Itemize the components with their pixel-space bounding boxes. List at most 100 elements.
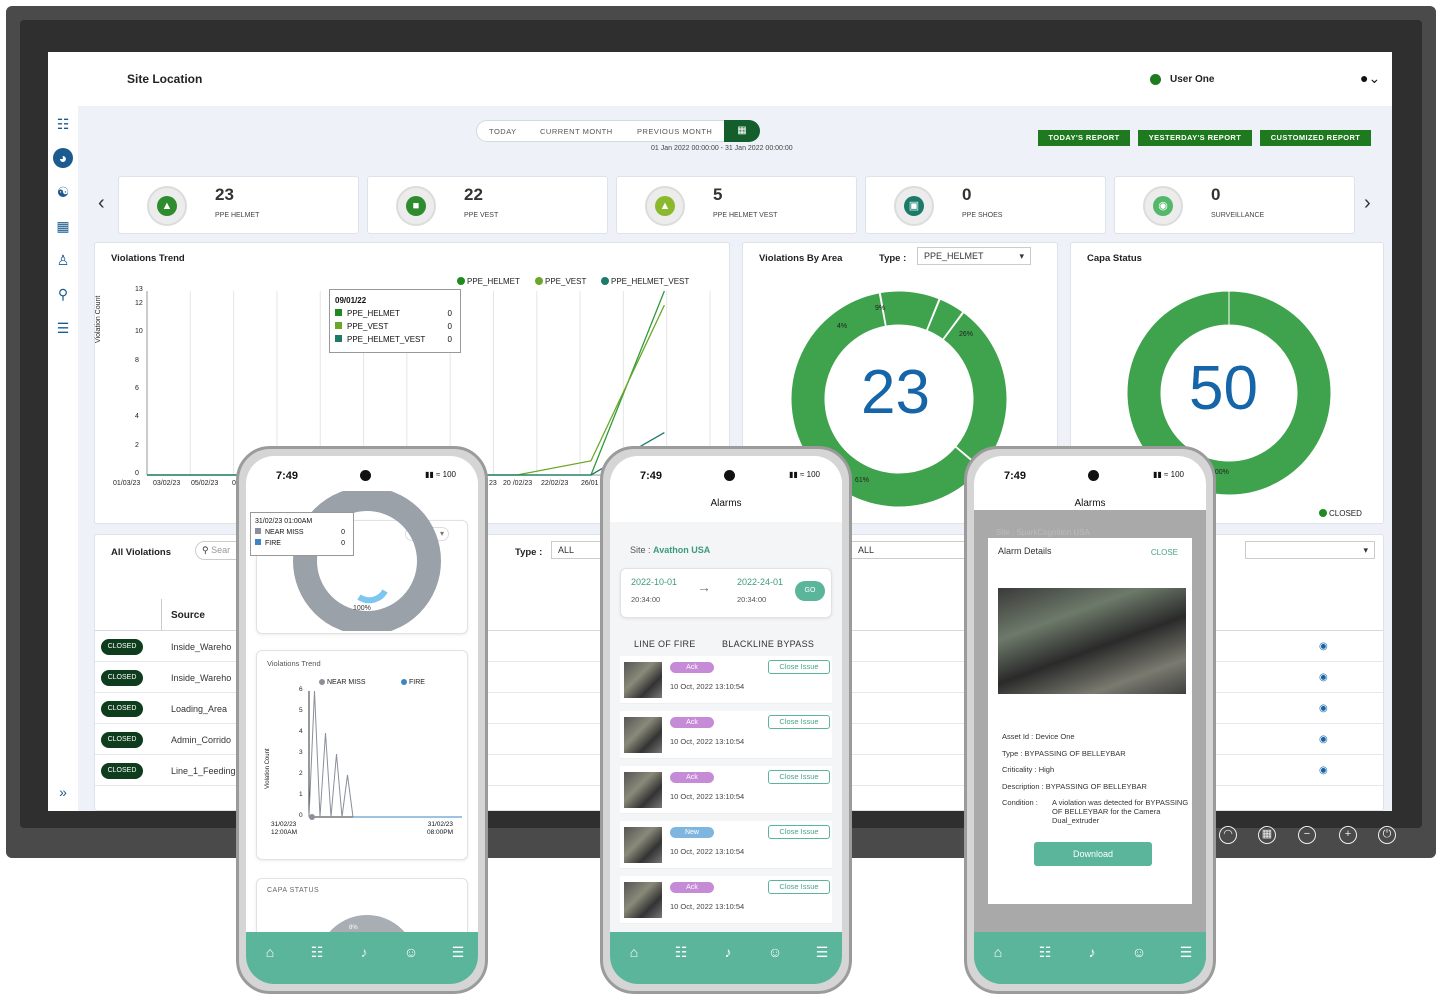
hierarchy-icon[interactable]: ☷	[671, 942, 691, 962]
settings-sliders-icon[interactable]: ☰	[1176, 942, 1196, 962]
series-line-near-miss	[308, 690, 354, 818]
users-settings-icon[interactable]: ☯	[53, 182, 73, 202]
slice-label: 26%	[959, 331, 974, 338]
y-tick-label: 6	[135, 385, 139, 393]
alarm-row[interactable]: Ack 10 Oct, 2022 13:10:54 Close Issue	[620, 711, 832, 759]
shoes-icon: ▣	[904, 196, 924, 216]
from-date[interactable]: 2022-10-01	[631, 577, 677, 587]
donut-pct: 100%	[353, 605, 371, 612]
kpi-card-shoes[interactable]: ▣ 0 PPE SHOES	[865, 176, 1106, 234]
range-today[interactable]: TODAY	[489, 127, 517, 136]
kpi-value: 0	[962, 185, 972, 204]
status-pill: Ack	[670, 717, 714, 728]
monitor-minus-icon[interactable]: −	[1298, 826, 1316, 844]
user-menu-icon[interactable]: ●⌄	[1360, 70, 1380, 87]
location-pin-icon[interactable]: ⚲	[53, 284, 73, 304]
home-icon[interactable]: ⌂	[988, 942, 1008, 962]
download-button[interactable]: Download	[1034, 842, 1152, 866]
close-issue-button[interactable]: Close Issue	[768, 770, 830, 784]
bell-icon[interactable]: ♪	[1082, 942, 1102, 962]
list-icon[interactable]: ☰	[53, 318, 73, 338]
close-issue-button[interactable]: Close Issue	[768, 715, 830, 729]
y-tick-label: 6	[299, 686, 303, 693]
yesterdays-report-button[interactable]: YESTERDAY'S REPORT	[1138, 130, 1252, 146]
home-icon[interactable]: ⌂	[624, 942, 644, 962]
kpi-card-vest[interactable]: ■ 22 PPE VEST	[367, 176, 608, 234]
bottom-nav: ⌂ ☷ ♪ ☺ ☰	[974, 932, 1206, 984]
view-eye-icon[interactable]: ◉	[1319, 641, 1328, 652]
helmet-vest-icon: ▲	[655, 196, 675, 216]
monitor-menu-icon[interactable]: ▦	[1258, 826, 1276, 844]
alarm-thumbnail	[624, 772, 662, 808]
building-icon[interactable]: ▦	[53, 216, 73, 236]
view-eye-icon[interactable]: ◉	[1319, 765, 1328, 776]
kpi-next-arrow[interactable]: ›	[1364, 192, 1371, 215]
bell-icon[interactable]: ♪	[354, 942, 374, 962]
view-eye-icon[interactable]: ◉	[1319, 672, 1328, 683]
condition-value: A violation was detected for BYPASSING O…	[1052, 798, 1189, 825]
hierarchy-icon[interactable]: ☷	[1035, 942, 1055, 962]
area-total: 23	[861, 358, 930, 427]
description-field: Description : BYPASSING OF BELLEYBAR	[1002, 782, 1147, 791]
profile-icon[interactable]: ☺	[401, 942, 421, 962]
hierarchy-icon[interactable]: ☷	[307, 942, 327, 962]
dashboard-gauge-icon[interactable]: ◕	[53, 148, 73, 168]
customized-report-button[interactable]: CUSTOMIZED REPORT	[1260, 130, 1371, 146]
from-time: 20:34:00	[631, 595, 661, 604]
user-name[interactable]: User One	[1170, 74, 1214, 85]
site-field: Site : Avathon USA	[630, 545, 711, 555]
top-bar: Site Location User One ●⌄	[48, 52, 1392, 106]
close-issue-button[interactable]: Close Issue	[768, 660, 830, 674]
monitor-input-icon[interactable]: ◠	[1219, 826, 1237, 844]
type-label: Type :	[879, 253, 907, 264]
alarm-row[interactable]: New 10 Oct, 2022 13:10:54 Close Issue	[620, 821, 832, 869]
range-current-month[interactable]: CURRENT MONTH	[540, 127, 613, 136]
tab-line-of-fire[interactable]: LINE OF FIRE	[634, 639, 696, 649]
kpi-prev-arrow[interactable]: ‹	[98, 192, 105, 215]
y-tick-label: 2	[135, 441, 139, 449]
kpi-card-surveillance[interactable]: ◉ 0 SURVEILLANCE	[1114, 176, 1355, 234]
close-button[interactable]: CLOSE	[1151, 548, 1178, 557]
close-issue-button[interactable]: Close Issue	[768, 880, 830, 894]
phone-tooltip: 31/02/23 01:00AM NEAR MISS 0 FIRE 0	[250, 512, 354, 556]
row-source: Admin_Corrido	[171, 735, 232, 745]
hierarchy-icon[interactable]: ☷	[53, 114, 73, 134]
x-tick-label: 20 /02/23	[503, 480, 533, 487]
profile-icon[interactable]: ☺	[765, 942, 785, 962]
range-previous-month[interactable]: PREVIOUS MONTH	[637, 127, 712, 136]
battery-level: 100	[1170, 470, 1184, 479]
helmet-icon: ▲	[157, 196, 177, 216]
view-eye-icon[interactable]: ◉	[1319, 703, 1328, 714]
todays-report-button[interactable]: TODAY'S REPORT	[1038, 130, 1130, 146]
expand-icon[interactable]: »	[53, 782, 73, 802]
kpi-card-helmet[interactable]: ▲ 23 PPE HELMET	[118, 176, 359, 234]
to-date[interactable]: 2022-24-01	[737, 577, 783, 587]
monitor-power-icon[interactable]: ⏻	[1378, 826, 1396, 844]
monitor-plus-icon[interactable]: +	[1339, 826, 1357, 844]
home-icon[interactable]: ⌂	[260, 942, 280, 962]
y-tick-label: 1	[299, 791, 303, 798]
calendar-icon[interactable]: ▦	[724, 120, 760, 142]
profile-icon[interactable]: ☺	[1129, 942, 1149, 962]
alarm-row[interactable]: Ack 10 Oct, 2022 13:10:54 Close Issue	[620, 766, 832, 814]
date-range-card: 2022-10-01 20:34:00 → 2022-24-01 20:34:0…	[620, 568, 832, 618]
violations-extra-select[interactable]: ▾	[1245, 541, 1375, 559]
group-icon[interactable]: ♙	[53, 250, 73, 270]
settings-sliders-icon[interactable]: ☰	[812, 942, 832, 962]
alarm-row[interactable]: Ack 10 Oct, 2022 13:10:54 Close Issue	[620, 656, 832, 704]
view-eye-icon[interactable]: ◉	[1319, 734, 1328, 745]
go-button[interactable]: GO	[795, 581, 825, 601]
bell-icon[interactable]: ♪	[718, 942, 738, 962]
close-issue-button[interactable]: Close Issue	[768, 825, 830, 839]
y-tick-label: 4	[299, 728, 303, 735]
area-type-select[interactable]: PPE_HELMET ▾	[917, 247, 1031, 265]
battery-level: 100	[806, 470, 820, 479]
kpi-card-helmet-vest[interactable]: ▲ 5 PPE HELMET VEST	[616, 176, 857, 234]
camera-dot	[360, 470, 371, 481]
status-icons: ▮▮ ≈ 100	[1153, 470, 1184, 479]
alarm-row[interactable]: Ack 10 Oct, 2022 13:10:54 Close Issue	[620, 876, 832, 924]
kpi-label: PPE VEST	[464, 212, 499, 219]
tab-blackline-bypass[interactable]: BLACKLINE BYPASS	[722, 639, 814, 649]
settings-sliders-icon[interactable]: ☰	[448, 942, 468, 962]
status-time: 7:49	[276, 470, 299, 482]
